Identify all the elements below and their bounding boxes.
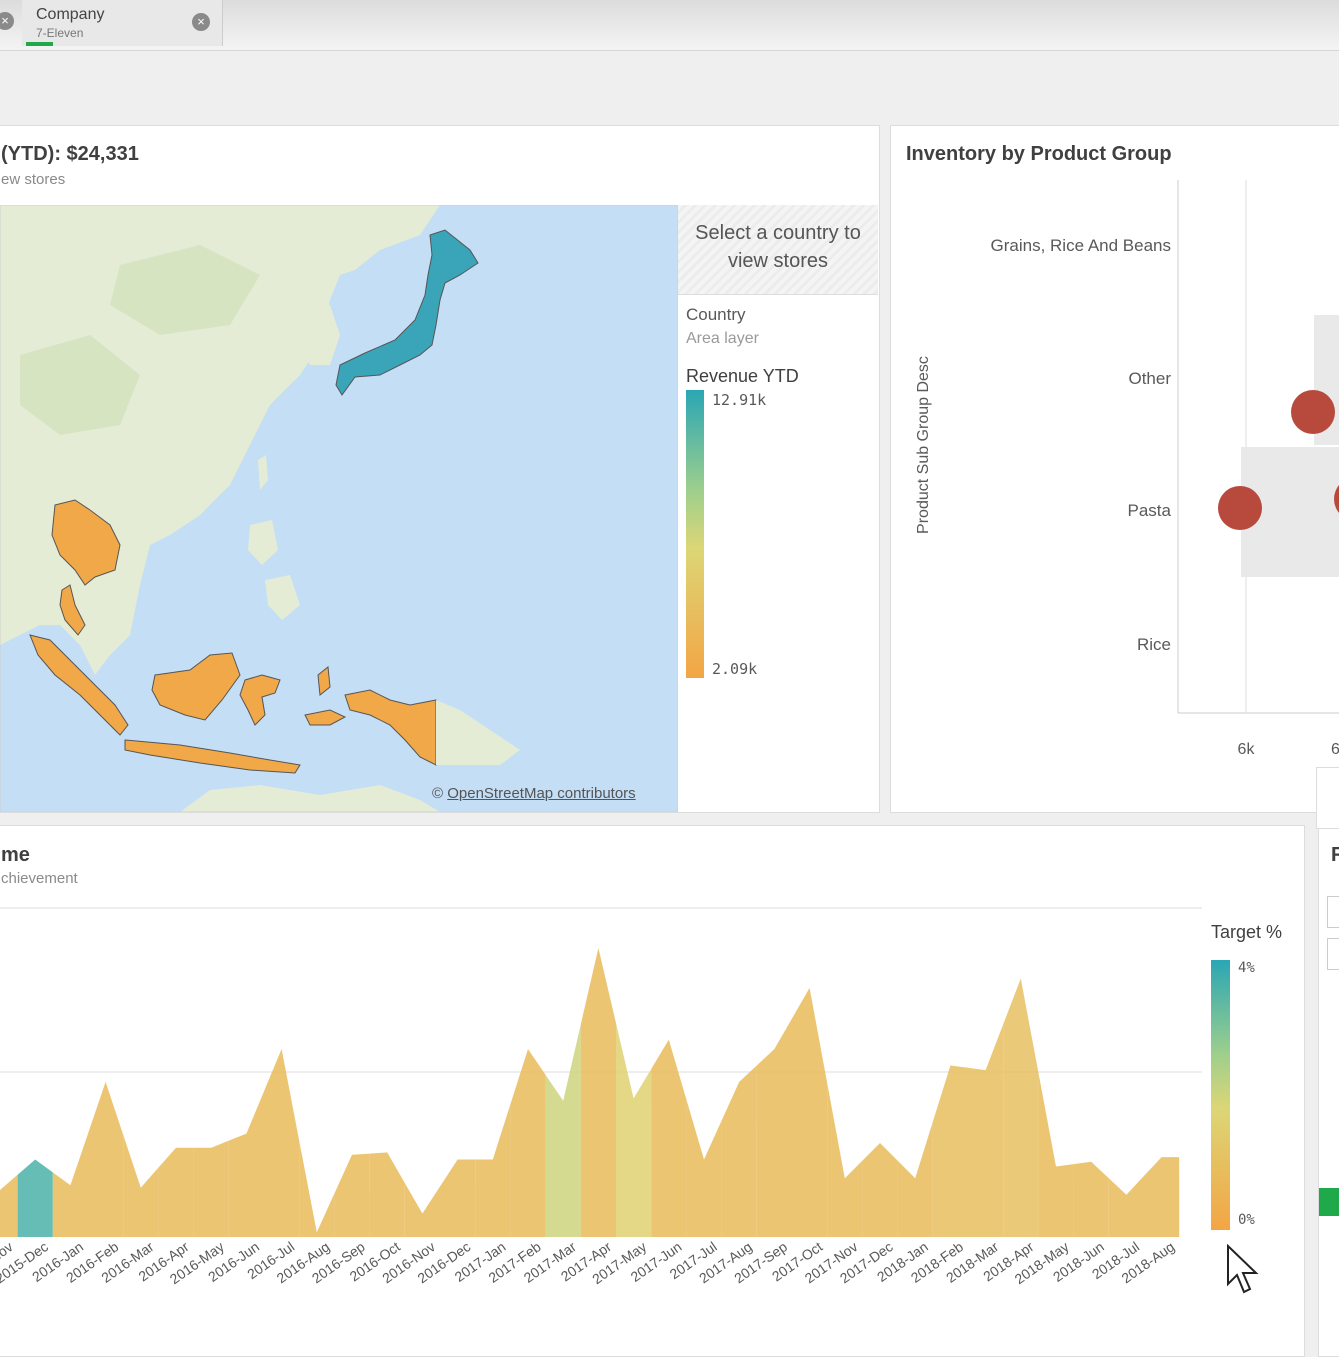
tab-indicator <box>26 42 53 46</box>
area-segment <box>616 1023 652 1237</box>
area-segment <box>1003 978 1039 1237</box>
legend-gradient <box>686 390 704 678</box>
legend-min: 2.09k <box>712 660 758 678</box>
inventory-chart[interactable]: Product Sub Group Desc Grains, Rice And … <box>891 175 1339 775</box>
x-tick-label: 6k <box>1238 741 1256 758</box>
area-segment <box>721 1065 757 1237</box>
area-segment <box>52 1133 88 1237</box>
copyright-symbol: © <box>432 785 444 802</box>
area-segment <box>88 1081 124 1237</box>
area-segment <box>756 1018 792 1237</box>
area-segment <box>827 1083 863 1237</box>
area-segment <box>897 1121 933 1237</box>
target-legend-min: 0% <box>1238 1212 1255 1228</box>
area-segment <box>1073 1161 1109 1237</box>
area-segment <box>580 947 616 1237</box>
close-icon[interactable]: × <box>192 13 210 31</box>
legend-layer-title: Country <box>686 305 746 324</box>
legend-measure: Revenue YTD <box>686 366 799 386</box>
area-segment <box>651 1039 687 1237</box>
top-bar: × Company 7-Eleven × <box>0 0 1339 51</box>
map-view[interactable] <box>0 205 678 812</box>
legend-max: 12.91k <box>712 391 767 409</box>
close-icon[interactable]: × <box>0 12 14 30</box>
right-panel: R <box>1318 825 1339 1357</box>
category-label: Grains, Rice And Beans <box>991 236 1171 255</box>
list-box[interactable] <box>1327 938 1339 970</box>
tab-title: Company <box>36 6 105 23</box>
osm-link[interactable]: OpenStreetMap contributors <box>447 785 635 802</box>
area-segment <box>369 1152 405 1237</box>
area-segment <box>1108 1175 1144 1237</box>
selection-tab-company[interactable]: Company 7-Eleven × <box>22 0 223 46</box>
right-panel-upper <box>1316 767 1339 829</box>
area-segment <box>1144 1157 1180 1237</box>
area-segment <box>334 1153 370 1237</box>
data-point-pasta <box>1218 486 1262 530</box>
area-segment <box>440 1159 476 1237</box>
select-country-prompt: Select a country to view stores <box>678 205 878 295</box>
target-legend-gradient <box>1211 960 1230 1230</box>
area-segment <box>193 1140 229 1237</box>
area-segment <box>686 1099 722 1237</box>
category-label: Pasta <box>1128 501 1172 520</box>
area-segment <box>404 1182 440 1237</box>
map-legend: Select a country to view stores Country … <box>678 205 878 812</box>
area-segment <box>123 1134 159 1237</box>
area-segment <box>1038 1072 1074 1237</box>
area-segment <box>792 987 828 1237</box>
area-segment <box>510 1049 546 1237</box>
data-point-other <box>1291 390 1335 434</box>
inventory-ylabel: Product Sub Group Desc <box>915 356 932 534</box>
category-label: Rice <box>1137 635 1171 654</box>
category-label: Other <box>1128 369 1171 388</box>
area-segment <box>862 1143 898 1237</box>
trend-title: me <box>1 844 30 866</box>
trend-area-chart[interactable]: Nov2015-Dec2016-Jan2016-Feb2016-Mar2016-… <box>0 900 1300 1320</box>
area-segment <box>228 1091 264 1237</box>
tab-subtitle: 7-Eleven <box>36 26 84 40</box>
area-segment <box>545 1024 581 1237</box>
list-row-selected[interactable] <box>1319 1188 1339 1216</box>
map-attribution[interactable]: © OpenStreetMap contributors <box>432 785 636 802</box>
map-title: (YTD): $24,331 <box>1 143 139 165</box>
area-segment <box>932 1065 968 1237</box>
x-tick-label: 6. <box>1331 741 1339 758</box>
map-subtitle: ew stores <box>1 171 66 188</box>
legend-layer-sub: Area layer <box>686 330 759 347</box>
target-legend-title: Target % <box>1211 922 1283 942</box>
area-segment <box>299 1140 335 1237</box>
trend-subtitle: chievement <box>1 870 78 887</box>
mouse-cursor-icon <box>1227 1244 1259 1294</box>
inventory-title: Inventory by Product Group <box>906 143 1172 165</box>
area-segment <box>17 1159 53 1237</box>
target-legend-max: 4% <box>1238 960 1255 976</box>
area-segment <box>475 1104 511 1237</box>
right-panel-title: R <box>1331 844 1339 866</box>
area-segment <box>0 1174 18 1237</box>
list-box[interactable] <box>1327 896 1339 928</box>
area-segment <box>158 1147 194 1237</box>
area-segment <box>968 1024 1004 1237</box>
area-segment <box>264 1049 300 1237</box>
